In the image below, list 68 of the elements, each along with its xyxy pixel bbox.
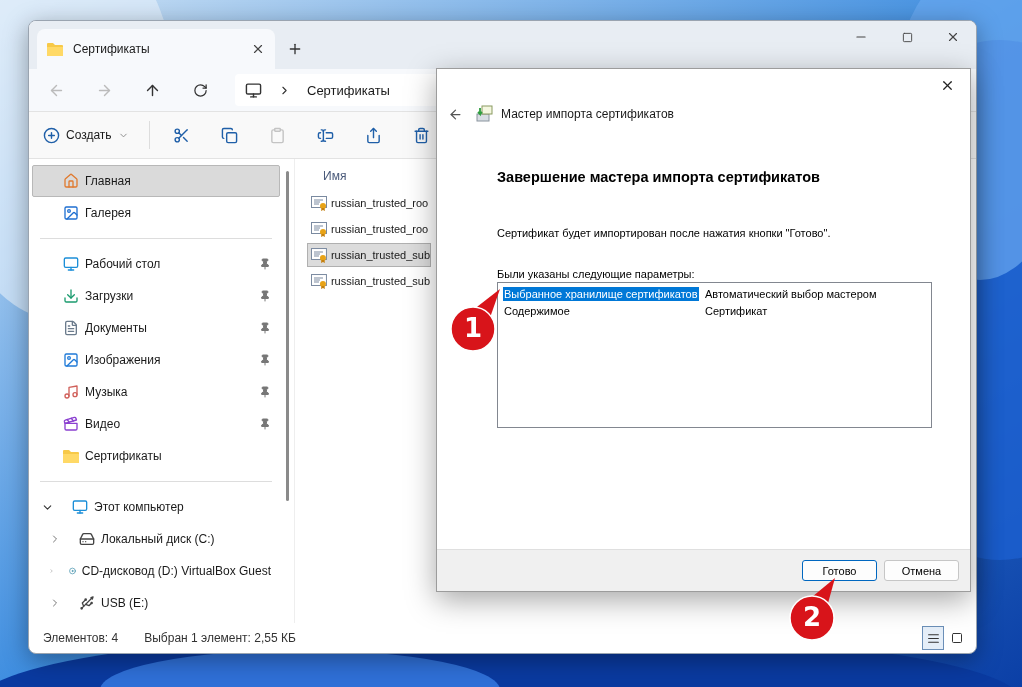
share-icon — [365, 126, 383, 144]
selection-info: Выбран 1 элемент: 2,55 КБ — [144, 631, 296, 645]
details-view-button[interactable] — [922, 626, 944, 650]
nav-item[interactable]: USB (E:) — [32, 587, 280, 619]
list-label: Были указаны следующие параметры: — [497, 268, 696, 280]
plus-icon — [287, 41, 303, 57]
scrollbar-thumb[interactable] — [285, 171, 289, 501]
nav-item[interactable]: Сертификаты — [32, 440, 280, 472]
delete-icon — [413, 126, 431, 144]
nav-item[interactable]: Загрузки — [32, 280, 280, 312]
tab-title: Сертификаты — [73, 42, 151, 56]
nav-item[interactable]: Документы — [32, 312, 280, 344]
close-tab-icon[interactable] — [251, 42, 265, 56]
computer-icon — [245, 81, 262, 99]
download-icon — [63, 288, 79, 304]
picture-icon — [63, 205, 79, 221]
certificate-icon — [311, 221, 328, 237]
wizard-message: Сертификат будет импортирован после нажатия кнопки "Готово". — [497, 227, 832, 239]
nav-item[interactable]: Музыка — [32, 376, 280, 408]
music-icon — [63, 384, 79, 400]
certificate-icon — [311, 247, 328, 263]
breadcrumb[interactable]: Сертификаты — [307, 82, 390, 98]
rename-icon — [317, 126, 335, 144]
setting-name[interactable]: Содержимое — [503, 303, 571, 318]
home-icon — [63, 173, 79, 189]
video-icon — [63, 416, 79, 432]
desktop-icon — [63, 256, 79, 272]
file-row[interactable]: russian_trusted_roo — [307, 217, 431, 241]
file-row[interactable]: russian_trusted_sub — [307, 243, 431, 267]
square-icon — [951, 632, 963, 644]
folder-icon — [63, 449, 79, 463]
document-icon — [63, 320, 79, 336]
nav-item[interactable]: Изображения — [32, 344, 280, 376]
nav-item[interactable]: Галерея — [32, 197, 280, 229]
cut-icon — [173, 126, 191, 144]
copy-icon — [221, 126, 239, 144]
certificate-icon — [311, 273, 328, 289]
nav-item[interactable]: Локальный диск (C:) — [32, 523, 280, 555]
setting-value: Автоматический выбор мастером — [704, 286, 878, 301]
refresh-icon — [192, 82, 208, 98]
setting-name[interactable]: Выбранное хранилище сертификатов — [503, 286, 699, 301]
nav-item[interactable]: Видео — [32, 408, 280, 440]
maximize-icon — [901, 31, 913, 43]
paste-icon — [269, 126, 287, 144]
wizard-heading: Завершение мастера импорта сертификатов — [497, 169, 821, 185]
cancel-button[interactable]: Отмена — [884, 560, 959, 581]
file-row[interactable]: russian_trusted_roo — [307, 191, 431, 215]
folder-tab[interactable]: Сертификаты — [37, 29, 275, 69]
file-row[interactable]: russian_trusted_sub — [307, 269, 431, 293]
computer-icon — [72, 499, 88, 515]
certificate-icon — [311, 195, 328, 211]
item-count: Элементов: 4 — [43, 631, 119, 645]
dialog-title: Мастер импорта сертификатов — [501, 107, 674, 121]
picture-icon — [63, 352, 79, 368]
nav-item[interactable]: Рабочий стол — [32, 248, 280, 280]
nav-item[interactable]: CD-дисковод (D:) VirtualBox Guest — [32, 555, 280, 587]
close-icon — [946, 30, 960, 44]
plus-circle-icon — [43, 126, 60, 144]
folder-icon — [47, 42, 63, 56]
nav-item[interactable]: Этот компьютер — [32, 491, 280, 523]
certificate-wizard-icon — [475, 105, 493, 123]
settings-list[interactable]: Выбранное хранилище сертификатов Автоматический выбор мастером Содержимое Сертификат — [497, 282, 932, 428]
nav-item[interactable]: Главная — [32, 165, 280, 197]
new-button[interactable]: Создать — [39, 122, 133, 148]
list-icon — [926, 631, 940, 645]
setting-value: Сертификат — [704, 303, 769, 318]
finish-button[interactable]: Готово — [802, 560, 877, 581]
usb-icon — [79, 595, 95, 611]
